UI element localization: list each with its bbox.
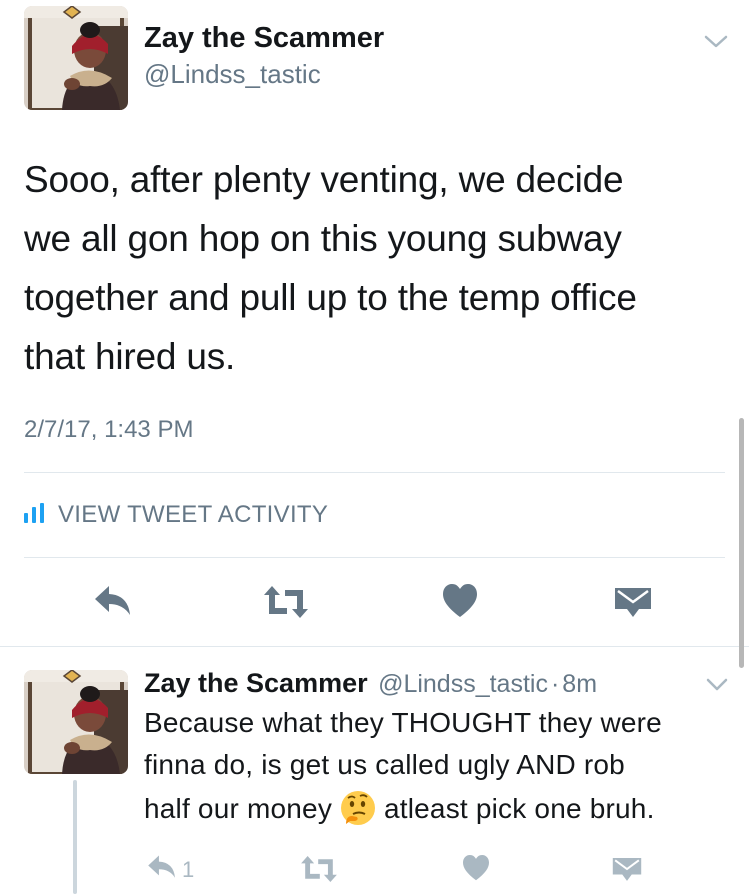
thread-line (73, 780, 77, 894)
reply-button[interactable]: 1 (146, 854, 194, 885)
tweet-age[interactable]: 8m (562, 670, 597, 698)
direct-message-icon[interactable] (614, 586, 652, 618)
chevron-down-icon[interactable] (706, 678, 728, 692)
retweet-icon[interactable] (263, 586, 309, 618)
scrollbar[interactable] (739, 418, 744, 668)
tweet-text: Sooo, after plenty venting, we decide we… (24, 150, 724, 386)
avatar[interactable] (24, 6, 128, 110)
like-icon[interactable] (462, 855, 490, 881)
reply-text-line: half our money atleast pick one bruh. (144, 786, 734, 832)
author-display-name[interactable]: Zay the Scammer (144, 668, 368, 698)
reply-text-segment: half our money (144, 793, 333, 824)
chevron-down-icon[interactable] (704, 34, 728, 50)
reply-icon (146, 854, 178, 885)
bar-chart-icon (24, 502, 46, 528)
reply-icon[interactable] (93, 584, 133, 618)
like-icon[interactable] (442, 584, 478, 618)
divider (24, 557, 725, 558)
reply-header: Zay the Scammer @Lindss_tastic · 8m (144, 668, 597, 699)
reply-count: 1 (182, 856, 195, 882)
divider (0, 646, 749, 647)
direct-message-icon[interactable] (612, 856, 642, 882)
tweet-timestamp[interactable]: 2/7/17, 1:43 PM (24, 416, 193, 444)
tweet-text-line: together and pull up to the temp office (24, 277, 637, 318)
tweet-text-line: that hired us. (24, 336, 236, 377)
thinking-face-icon (340, 790, 376, 826)
avatar[interactable] (24, 670, 128, 774)
reply-text: Because what they THOUGHT they were finn… (144, 702, 734, 832)
author-display-name[interactable]: Zay the Scammer (144, 22, 384, 55)
divider (24, 472, 725, 473)
tweet-text-line: Sooo, after plenty venting, we decide (24, 159, 624, 200)
tweet-text-line: we all gon hop on this young subway (24, 218, 622, 259)
reply-text-line: Because what they THOUGHT they were (144, 707, 662, 738)
retweet-icon[interactable] (300, 856, 338, 882)
reply-text-line: finna do, is get us called ugly AND rob (144, 749, 625, 780)
author-handle[interactable]: @Lindss_tastic (144, 59, 321, 90)
separator-dot: · (550, 670, 560, 698)
reply-text-segment: atleast pick one bruh. (383, 793, 655, 824)
view-tweet-activity-label: VIEW TWEET ACTIVITY (58, 501, 329, 528)
view-tweet-activity-link[interactable]: VIEW TWEET ACTIVITY (24, 500, 328, 530)
author-handle[interactable]: @Lindss_tastic (378, 670, 548, 698)
